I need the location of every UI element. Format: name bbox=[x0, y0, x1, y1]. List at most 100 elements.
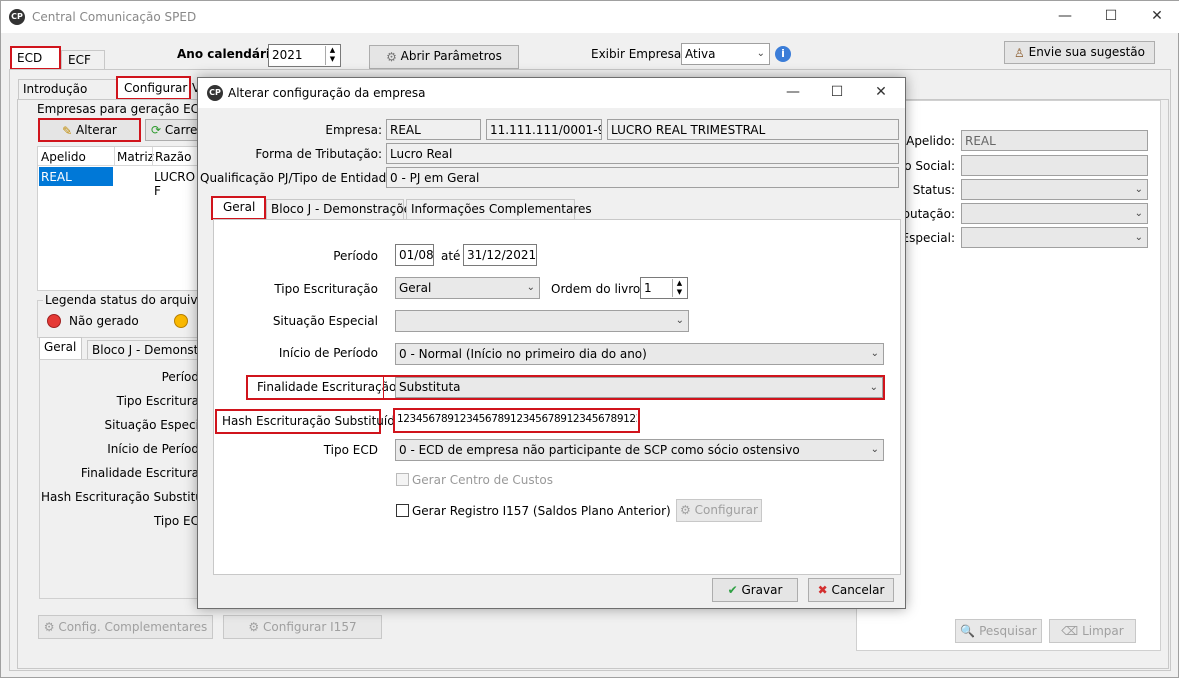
finalidade-value: Substituta bbox=[399, 380, 461, 394]
gravar-button[interactable]: ✔ Gravar bbox=[712, 578, 798, 602]
chevron-down-icon: ⌄ bbox=[1134, 184, 1143, 195]
col-matriz[interactable]: Matriz bbox=[114, 147, 154, 166]
col-apelido[interactable]: Apelido bbox=[41, 150, 86, 164]
limpar-button[interactable]: ⌫ Limpar bbox=[1049, 619, 1136, 643]
ano-value: 2021 bbox=[272, 48, 303, 62]
situacao-especial-select[interactable]: ⌄ bbox=[395, 310, 689, 332]
alterar-button[interactable]: ✎ Alterar bbox=[38, 118, 141, 142]
empresas-table: Apelido Matriz Razão REAL LUCRO F bbox=[37, 146, 199, 291]
right-status-select[interactable]: ⌄ bbox=[961, 179, 1148, 200]
dialog-close-icon[interactable]: ✕ bbox=[858, 77, 904, 107]
right-razao-social-field[interactable] bbox=[961, 155, 1148, 176]
abrir-parametros-button[interactable]: ⚙ Abrir Parâmetros Sped bbox=[369, 45, 519, 84]
cancelar-button[interactable]: ✖ Cancelar bbox=[808, 578, 894, 602]
ordem-livro-spinner[interactable]: 1 ▲ ▼ bbox=[640, 277, 688, 299]
spinner-arrows-icon[interactable]: ▲ ▼ bbox=[325, 46, 339, 65]
left-tab-geral[interactable]: Geral bbox=[39, 337, 82, 359]
periodo-inicio-field[interactable]: 01/08 bbox=[395, 244, 434, 266]
empresa-cnpj-field[interactable]: 11.111.111/0001-91 bbox=[486, 119, 602, 140]
hash-input[interactable]: 1234567891234567891234567891234567891234 bbox=[397, 413, 637, 425]
title-bar: CP Central Comunicação SPED — ☐ ✕ bbox=[1, 1, 1179, 33]
edit-icon: ✎ bbox=[62, 123, 73, 138]
inicio-periodo-select[interactable]: 0 - Normal (Início no primeiro dia do an… bbox=[395, 343, 884, 365]
configurar-i157-button[interactable]: ⚙ Configurar I157 bbox=[223, 615, 382, 639]
window-title: Central Comunicação SPED bbox=[32, 10, 197, 24]
empresa-apelido-field[interactable]: REAL bbox=[386, 119, 481, 140]
chevron-down-icon: ⌄ bbox=[675, 315, 684, 326]
row-razao: LUCRO F bbox=[154, 170, 196, 198]
close-icon[interactable]: ✕ bbox=[1134, 1, 1179, 33]
config-complementares-label: Config. Complementares bbox=[58, 620, 208, 634]
pesquisar-button[interactable]: 🔍 Pesquisar bbox=[955, 619, 1042, 643]
dialog-minimize-icon[interactable]: — bbox=[770, 77, 816, 107]
check-circle-icon: ✔ bbox=[727, 583, 738, 597]
tipo-ecd-value: 0 - ECD de empresa não participante de S… bbox=[399, 443, 800, 457]
minimize-icon[interactable]: — bbox=[1042, 1, 1088, 33]
tipo-ecd-select[interactable]: 0 - ECD de empresa não participante de S… bbox=[395, 439, 884, 461]
maximize-icon[interactable]: ☐ bbox=[1088, 1, 1134, 33]
right-tributacao-select[interactable]: ⌄ bbox=[961, 203, 1148, 224]
exibir-empresas-select[interactable]: Ativa ⌄ bbox=[681, 43, 770, 65]
dialog-title-bar: CP Alterar configuração da empresa — ☐ ✕ bbox=[198, 78, 905, 108]
right-apelido-field[interactable]: REAL bbox=[961, 130, 1148, 151]
envie-sugestao-label: Envie sua sugestão bbox=[1028, 45, 1145, 59]
gerar-registro-i157-checkbox[interactable] bbox=[396, 504, 409, 517]
chevron-down-icon: ⌄ bbox=[526, 282, 535, 293]
search-icon: 🔍 bbox=[960, 624, 976, 638]
status-gerado-icon bbox=[174, 314, 188, 328]
cancelar-label: Cancelar bbox=[831, 583, 885, 597]
gear-icon: ⚙ bbox=[386, 49, 397, 64]
envie-sugestao-button[interactable]: ♙ Envie sua sugestão bbox=[1004, 41, 1155, 64]
gravar-label: Gravar bbox=[741, 583, 783, 597]
chevron-down-icon: ⌄ bbox=[756, 48, 765, 59]
gerar-centro-custos-checkbox[interactable] bbox=[396, 473, 409, 486]
dialog-tab-geral[interactable]: Geral bbox=[211, 196, 266, 220]
empresa-nome-field[interactable]: LUCRO REAL TRIMESTRAL bbox=[607, 119, 899, 140]
eraser-icon: ⌫ bbox=[1061, 624, 1079, 638]
left-label-situacao: Situação Especi bbox=[104, 418, 200, 432]
dialog-maximize-icon[interactable]: ☐ bbox=[814, 77, 860, 107]
hash-label: Hash Escrituração Substituída bbox=[222, 414, 403, 428]
tipo-escrituracao-select[interactable]: Geral ⌄ bbox=[395, 277, 540, 299]
refresh-icon: ⟳ bbox=[151, 123, 162, 137]
forma-tributacao-label: Forma de Tributação: bbox=[255, 147, 382, 161]
config-complementares-button[interactable]: ⚙ Config. Complementares bbox=[38, 615, 213, 639]
configurar-i157-label: Configurar I157 bbox=[263, 620, 357, 634]
periodo-fim-field[interactable]: 31/12/2021 bbox=[463, 244, 537, 266]
spinner-arrows-icon[interactable]: ▲ ▼ bbox=[672, 279, 686, 297]
chevron-down-icon: ⌄ bbox=[1134, 208, 1143, 219]
chevron-down-icon: ⌄ bbox=[1134, 232, 1143, 243]
dialog-tab-info-complementares[interactable]: Informações Complementares bbox=[406, 199, 592, 219]
table-row[interactable]: REAL bbox=[39, 167, 113, 186]
tab-configurar[interactable]: Configurar bbox=[116, 76, 191, 100]
exibir-value: Ativa bbox=[685, 47, 716, 61]
left-tab-bloco-j[interactable]: Bloco J - Demonstra bbox=[87, 340, 199, 359]
dialog-configurar-label: Configurar bbox=[694, 503, 758, 517]
col-razao[interactable]: Razão bbox=[152, 147, 191, 166]
finalidade-select[interactable]: Substituta ⌄ bbox=[395, 377, 883, 398]
limpar-label: Limpar bbox=[1082, 624, 1124, 638]
tab-ecd[interactable]: ECD bbox=[10, 46, 61, 70]
left-label-tipo-ecd: Tipo EC bbox=[153, 514, 199, 528]
periodo-label: Período bbox=[333, 249, 378, 263]
app-logo-icon: CP bbox=[9, 9, 25, 25]
chevron-down-icon: ⌄ bbox=[869, 382, 878, 393]
carregar-label: Carre bbox=[164, 123, 198, 137]
tipo-ecd-label: Tipo ECD bbox=[323, 443, 378, 457]
gerar-centro-custos-label: Gerar Centro de Custos bbox=[412, 473, 553, 487]
chevron-down-icon: ⌄ bbox=[870, 444, 879, 455]
carregar-button[interactable]: ⟳ Carre bbox=[145, 119, 200, 141]
finalidade-divider bbox=[383, 376, 384, 399]
qualificacao-field[interactable]: 0 - PJ em Geral bbox=[386, 167, 899, 188]
dialog-tab-bloco-j[interactable]: Bloco J - Demonstrações bbox=[266, 199, 417, 219]
dialog-configurar-button[interactable]: ⚙ Configurar bbox=[676, 499, 762, 522]
finalidade-label: Finalidade Escrituração bbox=[257, 380, 397, 394]
info-icon[interactable]: i bbox=[775, 46, 791, 62]
forma-tributacao-field[interactable]: Lucro Real bbox=[386, 143, 899, 164]
tab-introducao-geral[interactable]: Introdução Geral bbox=[18, 79, 117, 115]
right-especial-select[interactable]: ⌄ bbox=[961, 227, 1148, 248]
tab-ecf[interactable]: ECF bbox=[61, 50, 105, 70]
ate-label: até bbox=[441, 249, 461, 263]
ano-spinner[interactable]: 2021 ▲ ▼ bbox=[268, 44, 341, 67]
inicio-periodo-value: 0 - Normal (Início no primeiro dia do an… bbox=[399, 347, 647, 361]
